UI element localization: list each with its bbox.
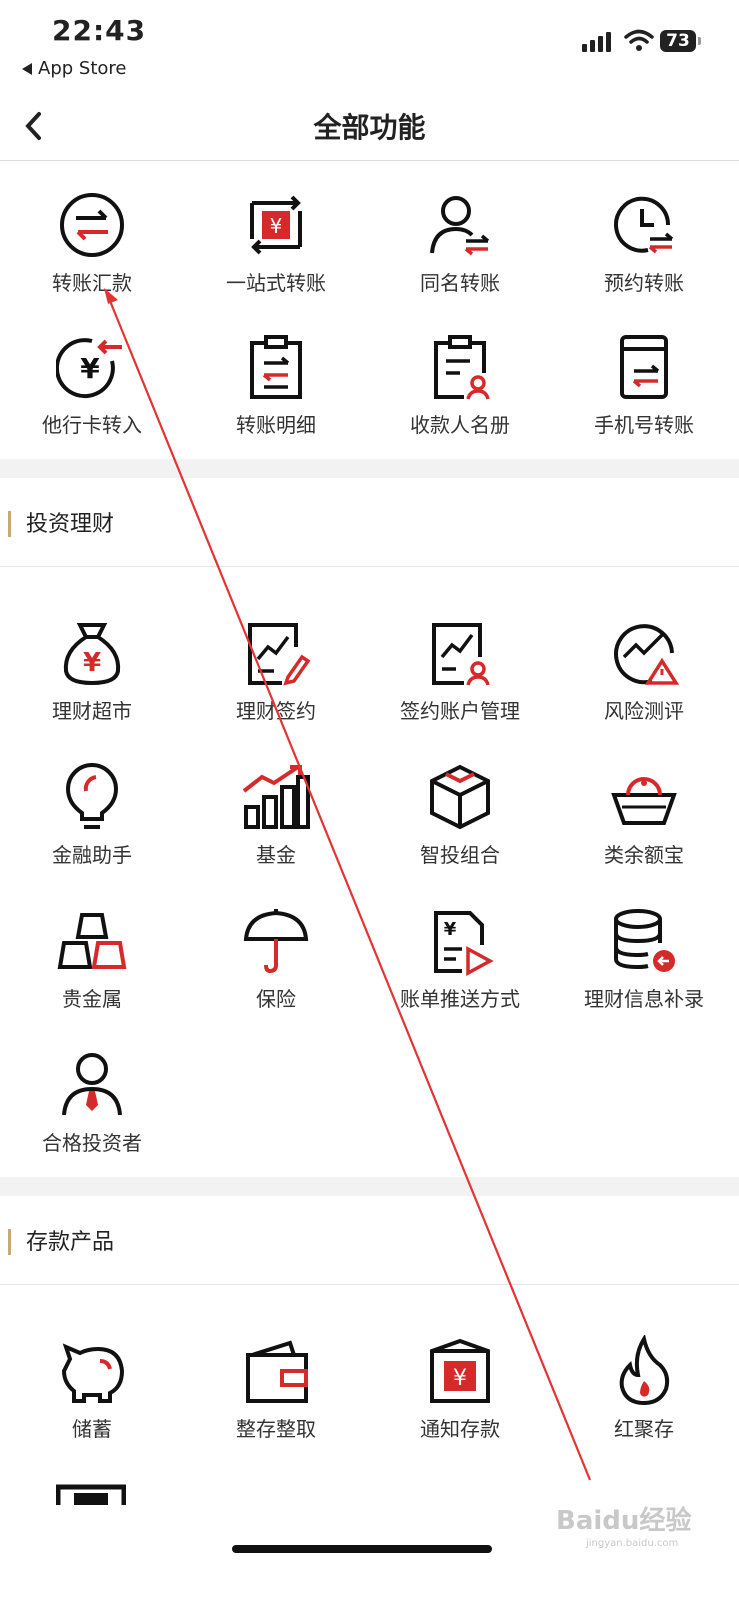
watermark-brand: Baidu经验 <box>556 1506 692 1536</box>
watermark-url: jingyan.baidu.com <box>586 1538 679 1549</box>
annotation-arrow <box>104 288 592 1481</box>
home-indicator[interactable] <box>232 1545 492 1553</box>
